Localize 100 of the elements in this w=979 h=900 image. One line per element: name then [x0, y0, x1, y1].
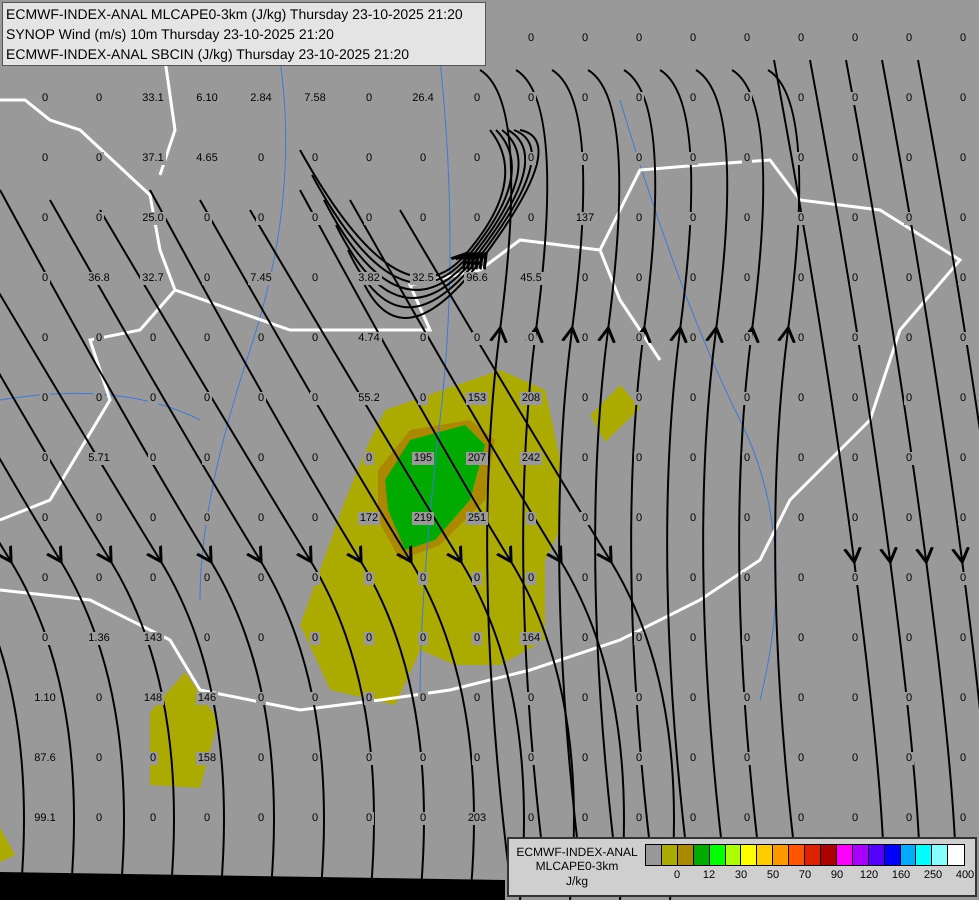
- station-value: 4.65: [194, 152, 220, 164]
- station-value: 0: [742, 212, 752, 224]
- station-value: 0: [634, 392, 644, 404]
- station-value: 0: [796, 32, 806, 44]
- station-value: 0: [310, 332, 320, 344]
- station-value: 0: [580, 572, 590, 584]
- station-value: 0: [904, 212, 914, 224]
- station-value: 0: [580, 452, 590, 464]
- station-value: 0: [634, 272, 644, 284]
- station-value: 0: [688, 32, 698, 44]
- station-value: 99.1: [32, 812, 58, 824]
- station-value: 0: [148, 512, 158, 524]
- station-value: 0: [40, 332, 50, 344]
- header-line: SYNOP Wind (m/s) 10m Thursday 23-10-2025 21:20: [6, 25, 335, 44]
- station-value: 0: [742, 332, 752, 344]
- station-value: 0: [634, 152, 644, 164]
- station-value: 0: [904, 752, 914, 764]
- station-value: 0: [850, 32, 860, 44]
- station-value: 0: [904, 512, 914, 524]
- station-value: 0: [526, 152, 536, 164]
- station-value: 0: [202, 452, 212, 464]
- station-value: 0: [904, 392, 914, 404]
- station-value: 0: [202, 632, 212, 644]
- station-value: 0: [202, 212, 212, 224]
- station-value: 0: [580, 692, 590, 704]
- station-value: 0: [850, 272, 860, 284]
- station-value: 0: [526, 812, 536, 824]
- station-value: 0: [310, 512, 320, 524]
- station-value: 0: [310, 572, 320, 584]
- station-value: 0: [364, 212, 374, 224]
- station-value: 0: [256, 512, 266, 524]
- station-value: 2.84: [248, 92, 274, 104]
- station-value: 3.82: [356, 272, 382, 284]
- station-value: 0: [634, 572, 644, 584]
- station-value: 0: [742, 452, 752, 464]
- station-value: 0: [202, 332, 212, 344]
- station-value: 0: [148, 812, 158, 824]
- station-value: 0: [796, 152, 806, 164]
- station-value: 0: [958, 632, 968, 644]
- station-value: 0: [688, 812, 698, 824]
- station-value: 0: [958, 332, 968, 344]
- station-value: 0: [202, 272, 212, 284]
- station-value: 32.5: [410, 272, 436, 284]
- station-value: 0: [796, 632, 806, 644]
- station-value: 0: [256, 812, 266, 824]
- station-value: 0: [472, 92, 482, 104]
- station-value: 33.1: [140, 92, 166, 104]
- station-value: 0: [310, 212, 320, 224]
- station-value: 0: [742, 272, 752, 284]
- station-value: 26.4: [410, 92, 436, 104]
- station-value: 0: [40, 92, 50, 104]
- station-value: 0: [688, 632, 698, 644]
- station-value: 158: [196, 752, 218, 764]
- station-value: 0: [418, 692, 428, 704]
- station-value: 0: [526, 332, 536, 344]
- station-value: 0: [796, 272, 806, 284]
- station-value: 0: [202, 812, 212, 824]
- station-value: 0: [742, 572, 752, 584]
- station-value: 0: [418, 152, 428, 164]
- station-value: 32.7: [140, 272, 166, 284]
- station-value: 0: [418, 392, 428, 404]
- station-value: 0: [472, 332, 482, 344]
- station-value: 0: [580, 272, 590, 284]
- station-value: 0: [796, 332, 806, 344]
- station-value: 0: [310, 152, 320, 164]
- station-value: 0: [742, 392, 752, 404]
- station-value: 203: [466, 812, 488, 824]
- station-value: 0: [958, 212, 968, 224]
- station-value: 0: [580, 752, 590, 764]
- header-line: ECMWF-INDEX-ANAL MLCAPE0-3km (J/kg) Thursday 23-10-2025 21:20: [6, 5, 464, 24]
- station-value: 0: [904, 92, 914, 104]
- station-value: 0: [94, 572, 104, 584]
- station-value: 0: [958, 392, 968, 404]
- station-value: 0: [904, 692, 914, 704]
- station-value: 6.10: [194, 92, 220, 104]
- station-value: 55.2: [356, 392, 382, 404]
- legend-title: ECMWF-INDEX-ANAL: [516, 845, 638, 859]
- station-value: 0: [364, 752, 374, 764]
- station-value: 0: [40, 452, 50, 464]
- station-value: 0: [634, 92, 644, 104]
- station-value: 0: [526, 32, 536, 44]
- station-value: 0: [634, 332, 644, 344]
- station-value: 0: [418, 812, 428, 824]
- station-value: 0: [580, 152, 590, 164]
- station-value: 0: [310, 812, 320, 824]
- station-value: 96.6: [464, 272, 490, 284]
- station-value: 143: [142, 632, 164, 644]
- station-value: 0: [796, 752, 806, 764]
- station-value: 0: [94, 692, 104, 704]
- station-value: 0: [958, 572, 968, 584]
- station-value: 0: [364, 92, 374, 104]
- station-value: 0: [796, 512, 806, 524]
- station-value: 0: [580, 32, 590, 44]
- station-value: 0: [634, 692, 644, 704]
- station-value: 0: [364, 152, 374, 164]
- station-value: 37.1: [140, 152, 166, 164]
- station-value: 0: [742, 32, 752, 44]
- station-value: 0: [850, 332, 860, 344]
- legend-title: MLCAPE0-3km: [536, 859, 618, 873]
- station-value: 7.45: [248, 272, 274, 284]
